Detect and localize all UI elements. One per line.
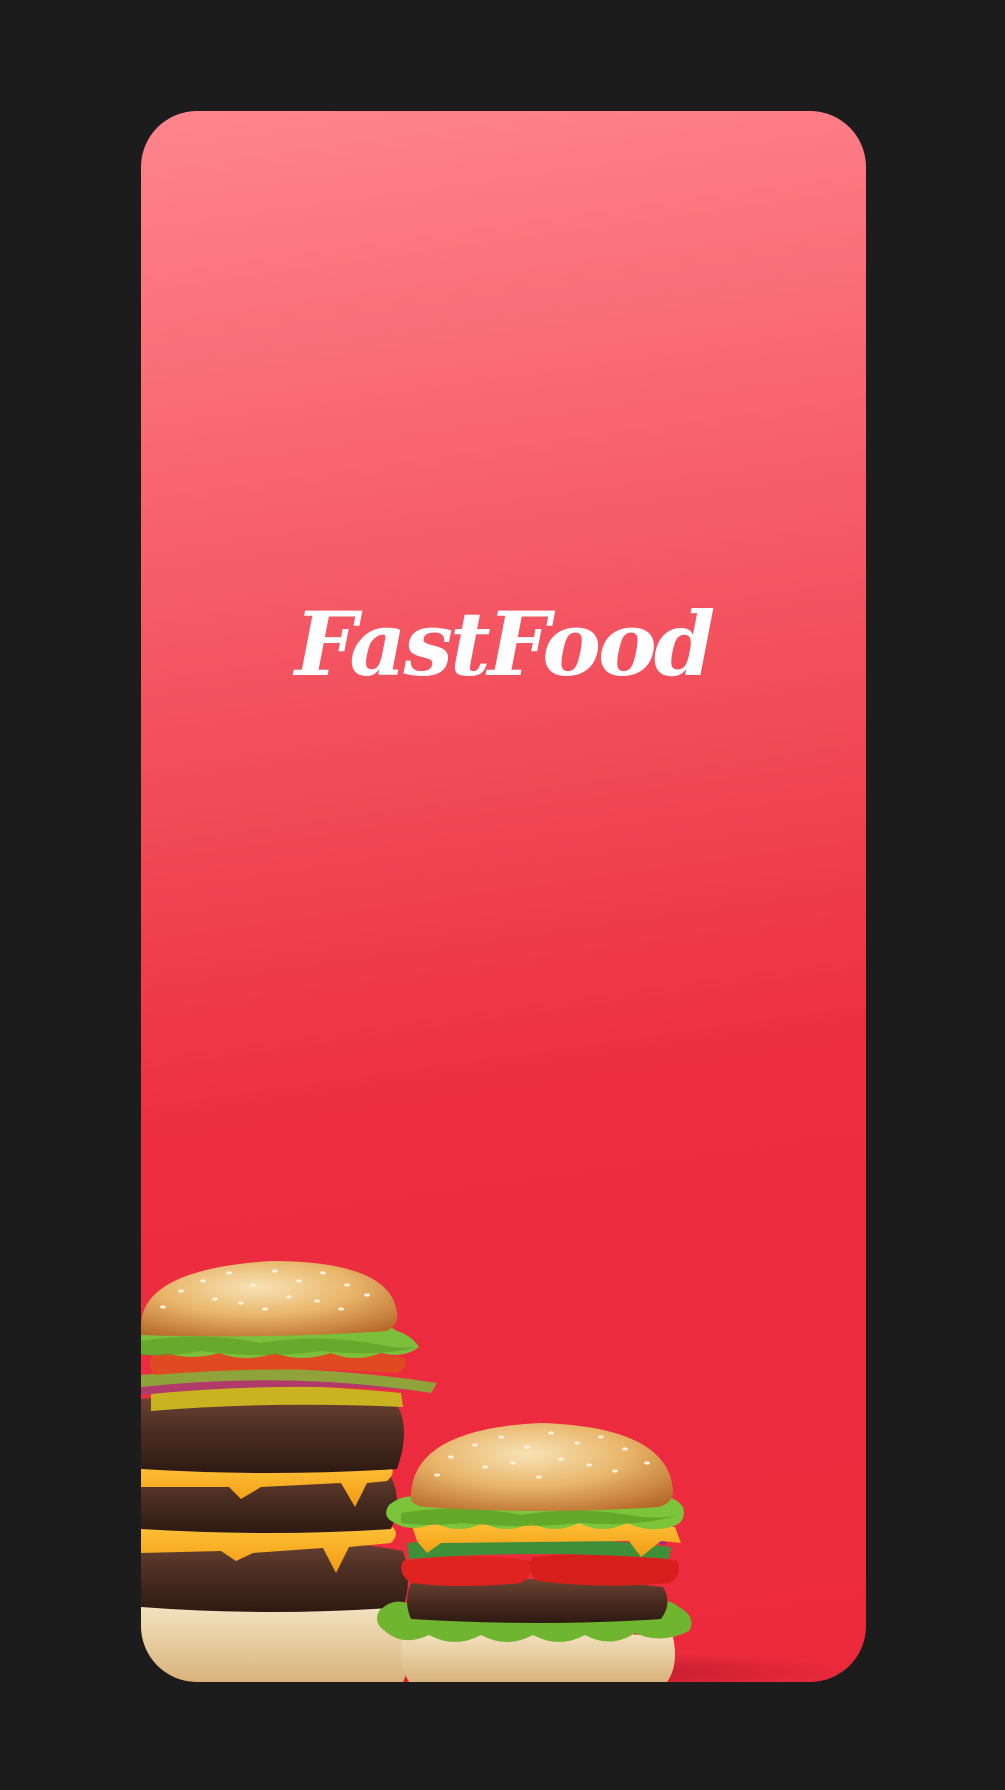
screen-background: FastFood <box>0 0 1005 1790</box>
splash-screen: FastFood <box>141 111 866 1682</box>
app-logo-title: FastFood <box>294 592 715 696</box>
burgers-image <box>141 1261 861 1682</box>
